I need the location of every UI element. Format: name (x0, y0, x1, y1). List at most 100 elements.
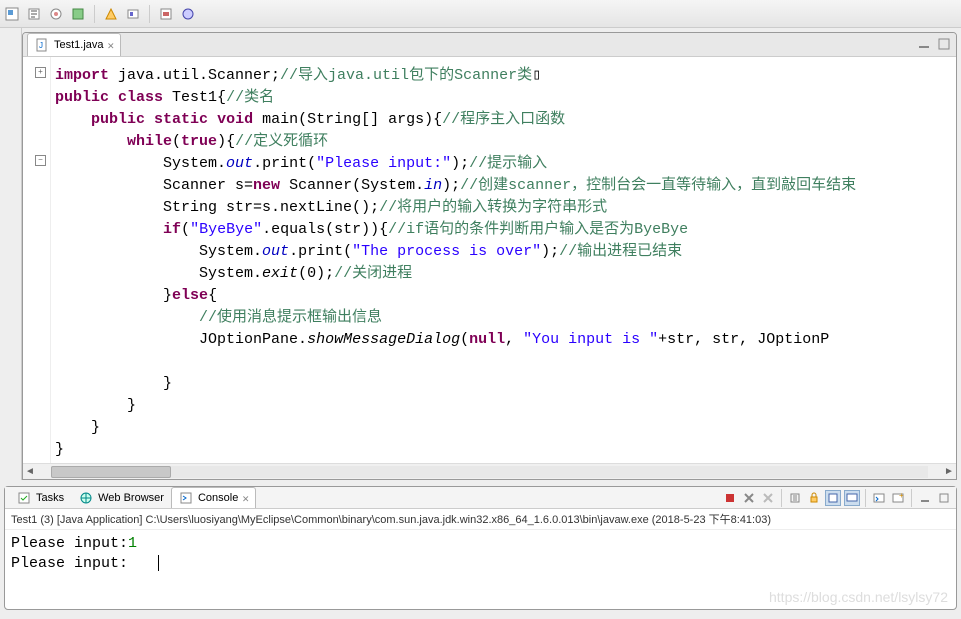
toolbar-icon[interactable] (103, 6, 119, 22)
clear-icon[interactable] (787, 490, 803, 506)
editor-body[interactable]: + − import java.util.Scanner;//导入java.ut… (23, 57, 956, 463)
remove-all-icon[interactable] (760, 490, 776, 506)
code-token: ( (172, 133, 181, 150)
bottom-pane: Tasks Web Browser Console ✕ + T (4, 486, 957, 610)
tab-label: Tasks (36, 492, 64, 504)
code-token: exit (262, 265, 298, 282)
code-token: import (55, 67, 109, 84)
tab-label: Console (198, 492, 238, 504)
pin-icon[interactable] (825, 490, 841, 506)
code-token: true (181, 133, 217, 150)
scroll-track[interactable] (51, 466, 928, 478)
close-icon[interactable]: ✕ (108, 39, 115, 52)
tab-tasks[interactable]: Tasks (9, 487, 71, 508)
code-token: ( (181, 221, 190, 238)
code-token: Test1{ (163, 89, 226, 106)
code-token: , (505, 331, 523, 348)
toolbar-icon[interactable] (48, 6, 64, 22)
code-token: } (55, 441, 64, 458)
code-token: } (163, 287, 172, 304)
remove-icon[interactable] (741, 490, 757, 506)
code-token: Scanner(System. (280, 177, 424, 194)
display-icon[interactable] (844, 490, 860, 506)
console-toolbar: + (722, 489, 952, 507)
code-token: main(String[] args){ (253, 111, 442, 128)
editor-tab-test1[interactable]: J Test1.java ✕ (27, 33, 121, 56)
code-token: public (55, 89, 109, 106)
bottom-tab-bar: Tasks Web Browser Console ✕ + (5, 487, 956, 509)
code-token: (0); (298, 265, 334, 282)
close-icon[interactable]: ✕ (242, 492, 249, 505)
code-token: class (118, 89, 163, 106)
watermark: https://blog.csdn.net/lsylsy72 (769, 587, 948, 607)
scroll-thumb[interactable] (51, 466, 171, 478)
editor-tab-bar: J Test1.java ✕ (23, 33, 956, 57)
code-comment: //导入java.util包下的Scanner类 (280, 67, 532, 84)
fold-collapse-icon[interactable]: − (35, 155, 46, 166)
minimize-icon[interactable] (916, 36, 932, 52)
scroll-right-icon[interactable]: ► (942, 466, 956, 477)
console-input-echo: 1 (128, 535, 137, 552)
code-comment: //输出进程已结束 (559, 243, 682, 260)
minimize-icon[interactable] (917, 490, 933, 506)
toolbar-separator (781, 489, 782, 507)
toolbar-separator (911, 489, 912, 507)
code-comment: //将用户的输入转换为字符串形式 (379, 199, 607, 216)
toolbar-icon[interactable] (4, 6, 20, 22)
tasks-icon (16, 490, 32, 506)
globe-icon (78, 490, 94, 506)
code-token: void (217, 111, 253, 128)
code-token: "ByeBye" (190, 221, 262, 238)
console-launch-header: Test1 (3) [Java Application] C:\Users\lu… (5, 509, 956, 530)
maximize-icon[interactable] (936, 490, 952, 506)
console-output[interactable]: Please input:1 Please input: https://blo… (5, 530, 956, 609)
code-token: .equals(str)){ (262, 221, 388, 238)
tab-console[interactable]: Console ✕ (171, 487, 256, 508)
java-file-icon: J (34, 37, 50, 53)
code-token: new (253, 177, 280, 194)
horizontal-scrollbar[interactable]: ◄ ► (23, 463, 956, 479)
code-token: "The process is over" (352, 243, 541, 260)
open-console-icon[interactable] (871, 490, 887, 506)
code-comment: //关闭进程 (334, 265, 412, 282)
code-token: while (127, 133, 172, 150)
code-token: out (226, 155, 253, 172)
code-token: .print( (253, 155, 316, 172)
code-token: "Please input:" (316, 155, 451, 172)
console-text: Please input: (11, 535, 128, 552)
tab-web-browser[interactable]: Web Browser (71, 487, 171, 508)
code-token: ); (541, 243, 559, 260)
code-token: public (91, 111, 145, 128)
toolbar-icon[interactable] (26, 6, 42, 22)
code-token: +str, str, JOptionP (658, 331, 829, 348)
toolbar-icon[interactable] (158, 6, 174, 22)
code-token: } (127, 397, 136, 414)
code-token: JOptionPane. (199, 331, 307, 348)
code-token: in (424, 177, 442, 194)
new-console-icon[interactable]: + (890, 490, 906, 506)
terminate-icon[interactable] (722, 490, 738, 506)
code-token: if (163, 221, 181, 238)
code-area[interactable]: import java.util.Scanner;//导入java.util包下… (51, 57, 956, 463)
code-token: else (172, 287, 208, 304)
code-token: System. (199, 265, 262, 282)
toolbar-icon[interactable] (180, 6, 196, 22)
scroll-left-icon[interactable]: ◄ (23, 466, 37, 477)
code-token: null (469, 331, 505, 348)
toolbar-icon[interactable] (70, 6, 86, 22)
fold-expand-icon[interactable]: + (35, 67, 46, 78)
text-cursor-icon (158, 555, 159, 571)
code-token: ); (451, 155, 469, 172)
code-token: "You input is " (523, 331, 658, 348)
editor-tab-label: Test1.java (54, 39, 104, 51)
code-token: static (154, 111, 208, 128)
code-token: ); (442, 177, 460, 194)
code-token: showMessageDialog (307, 331, 460, 348)
code-token: java.util.Scanner; (109, 67, 280, 84)
toolbar-icon[interactable] (125, 6, 141, 22)
scroll-lock-icon[interactable] (806, 490, 822, 506)
tab-label: Web Browser (98, 492, 164, 504)
code-token: .print( (289, 243, 352, 260)
code-comment: //创建scanner，控制台会一直等待输入，直到敲回车结束 (460, 177, 856, 194)
maximize-icon[interactable] (936, 36, 952, 52)
